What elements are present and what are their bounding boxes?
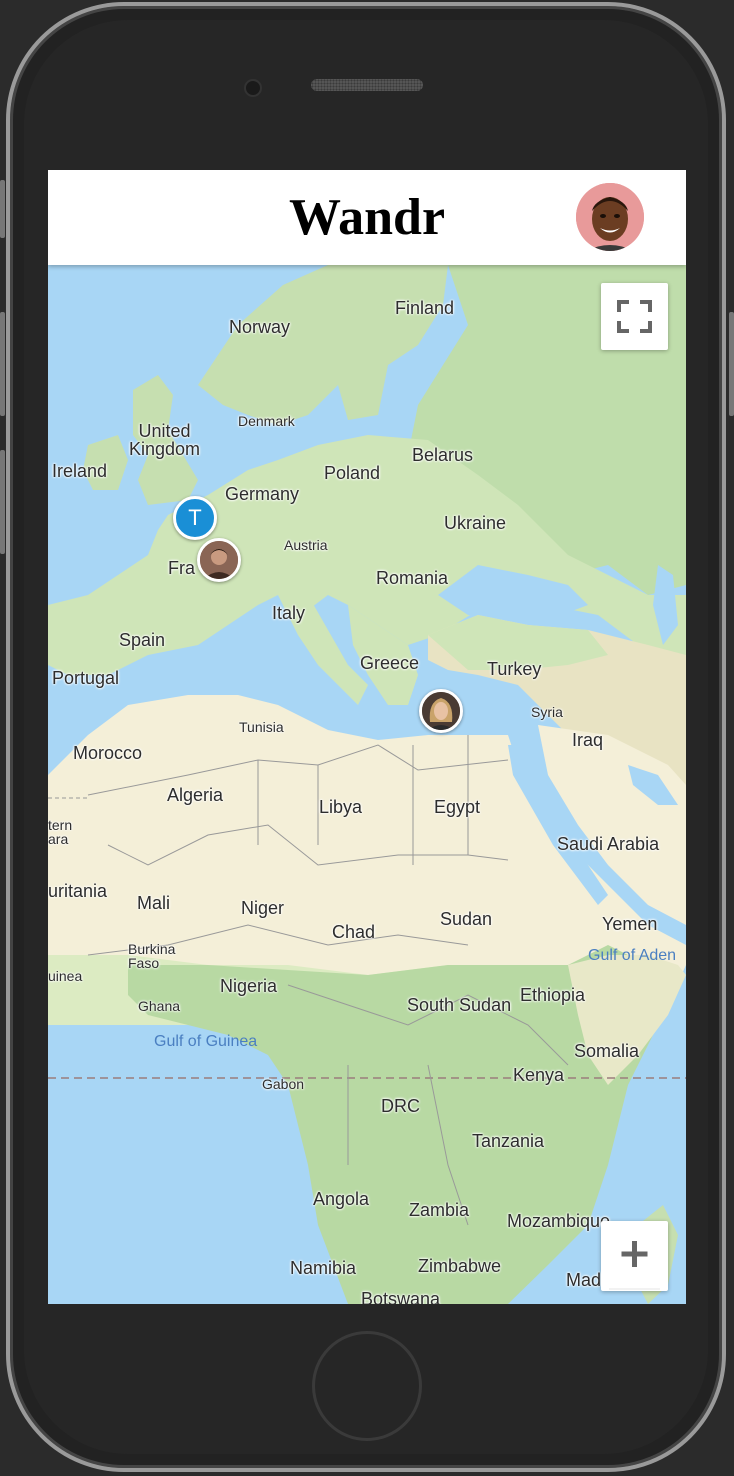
volume-down-button [0, 450, 5, 554]
map-label-madagascar: Mad [566, 1270, 602, 1290]
map-label-sudan: Sudan [440, 909, 493, 929]
map-label-ethiopia: Ethiopia [520, 985, 586, 1005]
map-label-mozambique: Mozambique [507, 1211, 611, 1231]
fullscreen-button[interactable] [601, 283, 668, 350]
map-marker-avatar-france[interactable] [197, 538, 241, 582]
map-label-saudi-arabia: Saudi Arabia [557, 834, 660, 854]
map-label-namibia: Namibia [290, 1258, 357, 1278]
map-marker-avatar-greece[interactable] [419, 689, 463, 733]
front-camera [244, 79, 262, 97]
power-button [729, 312, 734, 416]
map-label-ghana: Ghana [138, 998, 181, 1014]
map-label-guinea: uinea [48, 968, 83, 984]
map-label-iraq: Iraq [572, 730, 604, 750]
map-label-gulf-of-guinea: Gulf of Guinea [154, 1033, 258, 1050]
map-label-germany: Germany [225, 484, 300, 504]
earpiece-speaker [311, 79, 423, 91]
map-label-gulf-of-aden: Gulf of Aden [588, 947, 677, 964]
plus-icon [609, 1241, 660, 1290]
map-label-norway: Norway [229, 317, 291, 337]
map-label-gabon: Gabon [262, 1076, 305, 1092]
app-header: Wandr [48, 170, 686, 265]
map-label-chad: Chad [332, 922, 376, 942]
map-label-botswana: Botswana [361, 1289, 441, 1304]
map-label-denmark: Denmark [238, 413, 295, 429]
map-label-mauritania: uritania [48, 881, 108, 901]
map-label-south-sudan: South Sudan [407, 995, 512, 1015]
map-label-portugal: Portugal [52, 668, 120, 688]
map-label-drc: DRC [381, 1096, 420, 1116]
mute-switch [0, 180, 5, 238]
map-label-angola: Angola [313, 1189, 370, 1209]
map-label-morocco: Morocco [73, 743, 143, 763]
map-label-belarus: Belarus [412, 445, 474, 465]
map-label-egypt: Egypt [434, 797, 481, 817]
home-button[interactable] [312, 1331, 422, 1441]
map-label-tunisia: Tunisia [239, 719, 284, 735]
map-label-romania: Romania [376, 568, 449, 588]
map-label-yemen: Yemen [602, 914, 658, 934]
map-label-france: Fra [168, 558, 195, 578]
map-label-turkey: Turkey [487, 659, 542, 679]
map-label-united-kingdom: United Kingdom [129, 421, 201, 459]
map-label-italy: Italy [272, 603, 306, 623]
map-label-nigeria: Nigeria [220, 976, 278, 996]
map-marker-t[interactable]: T [173, 496, 217, 540]
map-label-burkina-faso: Burkina Faso [128, 941, 176, 971]
map-label-ireland: Ireland [52, 461, 108, 481]
world-map[interactable]: Finland Norway Denmark United Kingdom Ir… [48, 265, 686, 1304]
map-label-niger: Niger [241, 898, 285, 918]
volume-up-button [0, 312, 5, 416]
user-avatar-icon[interactable] [576, 183, 644, 251]
map-label-syria: Syria [531, 704, 563, 720]
map-label-algeria: Algeria [167, 785, 224, 805]
map-label-mali: Mali [137, 893, 171, 913]
map-label-spain: Spain [119, 630, 166, 650]
map-label-greece: Greece [360, 653, 420, 673]
app-screen: Wandr Finland Norway Denmark United King… [48, 170, 686, 1304]
map-label-libya: Libya [319, 797, 363, 817]
map-label-poland: Poland [324, 463, 381, 483]
map-label-finland: Finland [395, 298, 455, 318]
map-label-ukraine: Ukraine [444, 513, 507, 533]
fullscreen-icon [617, 300, 652, 333]
map-label-zambia: Zambia [409, 1200, 470, 1220]
map-label-tanzania: Tanzania [472, 1131, 545, 1151]
map-label-zimbabwe: Zimbabwe [418, 1256, 502, 1276]
map-label-western-sahara: tern ara [48, 817, 73, 847]
map-label-somalia: Somalia [574, 1041, 640, 1061]
zoom-in-button[interactable] [601, 1221, 668, 1291]
map-label-kenya: Kenya [513, 1065, 565, 1085]
map-label-austria: Austria [284, 537, 328, 553]
